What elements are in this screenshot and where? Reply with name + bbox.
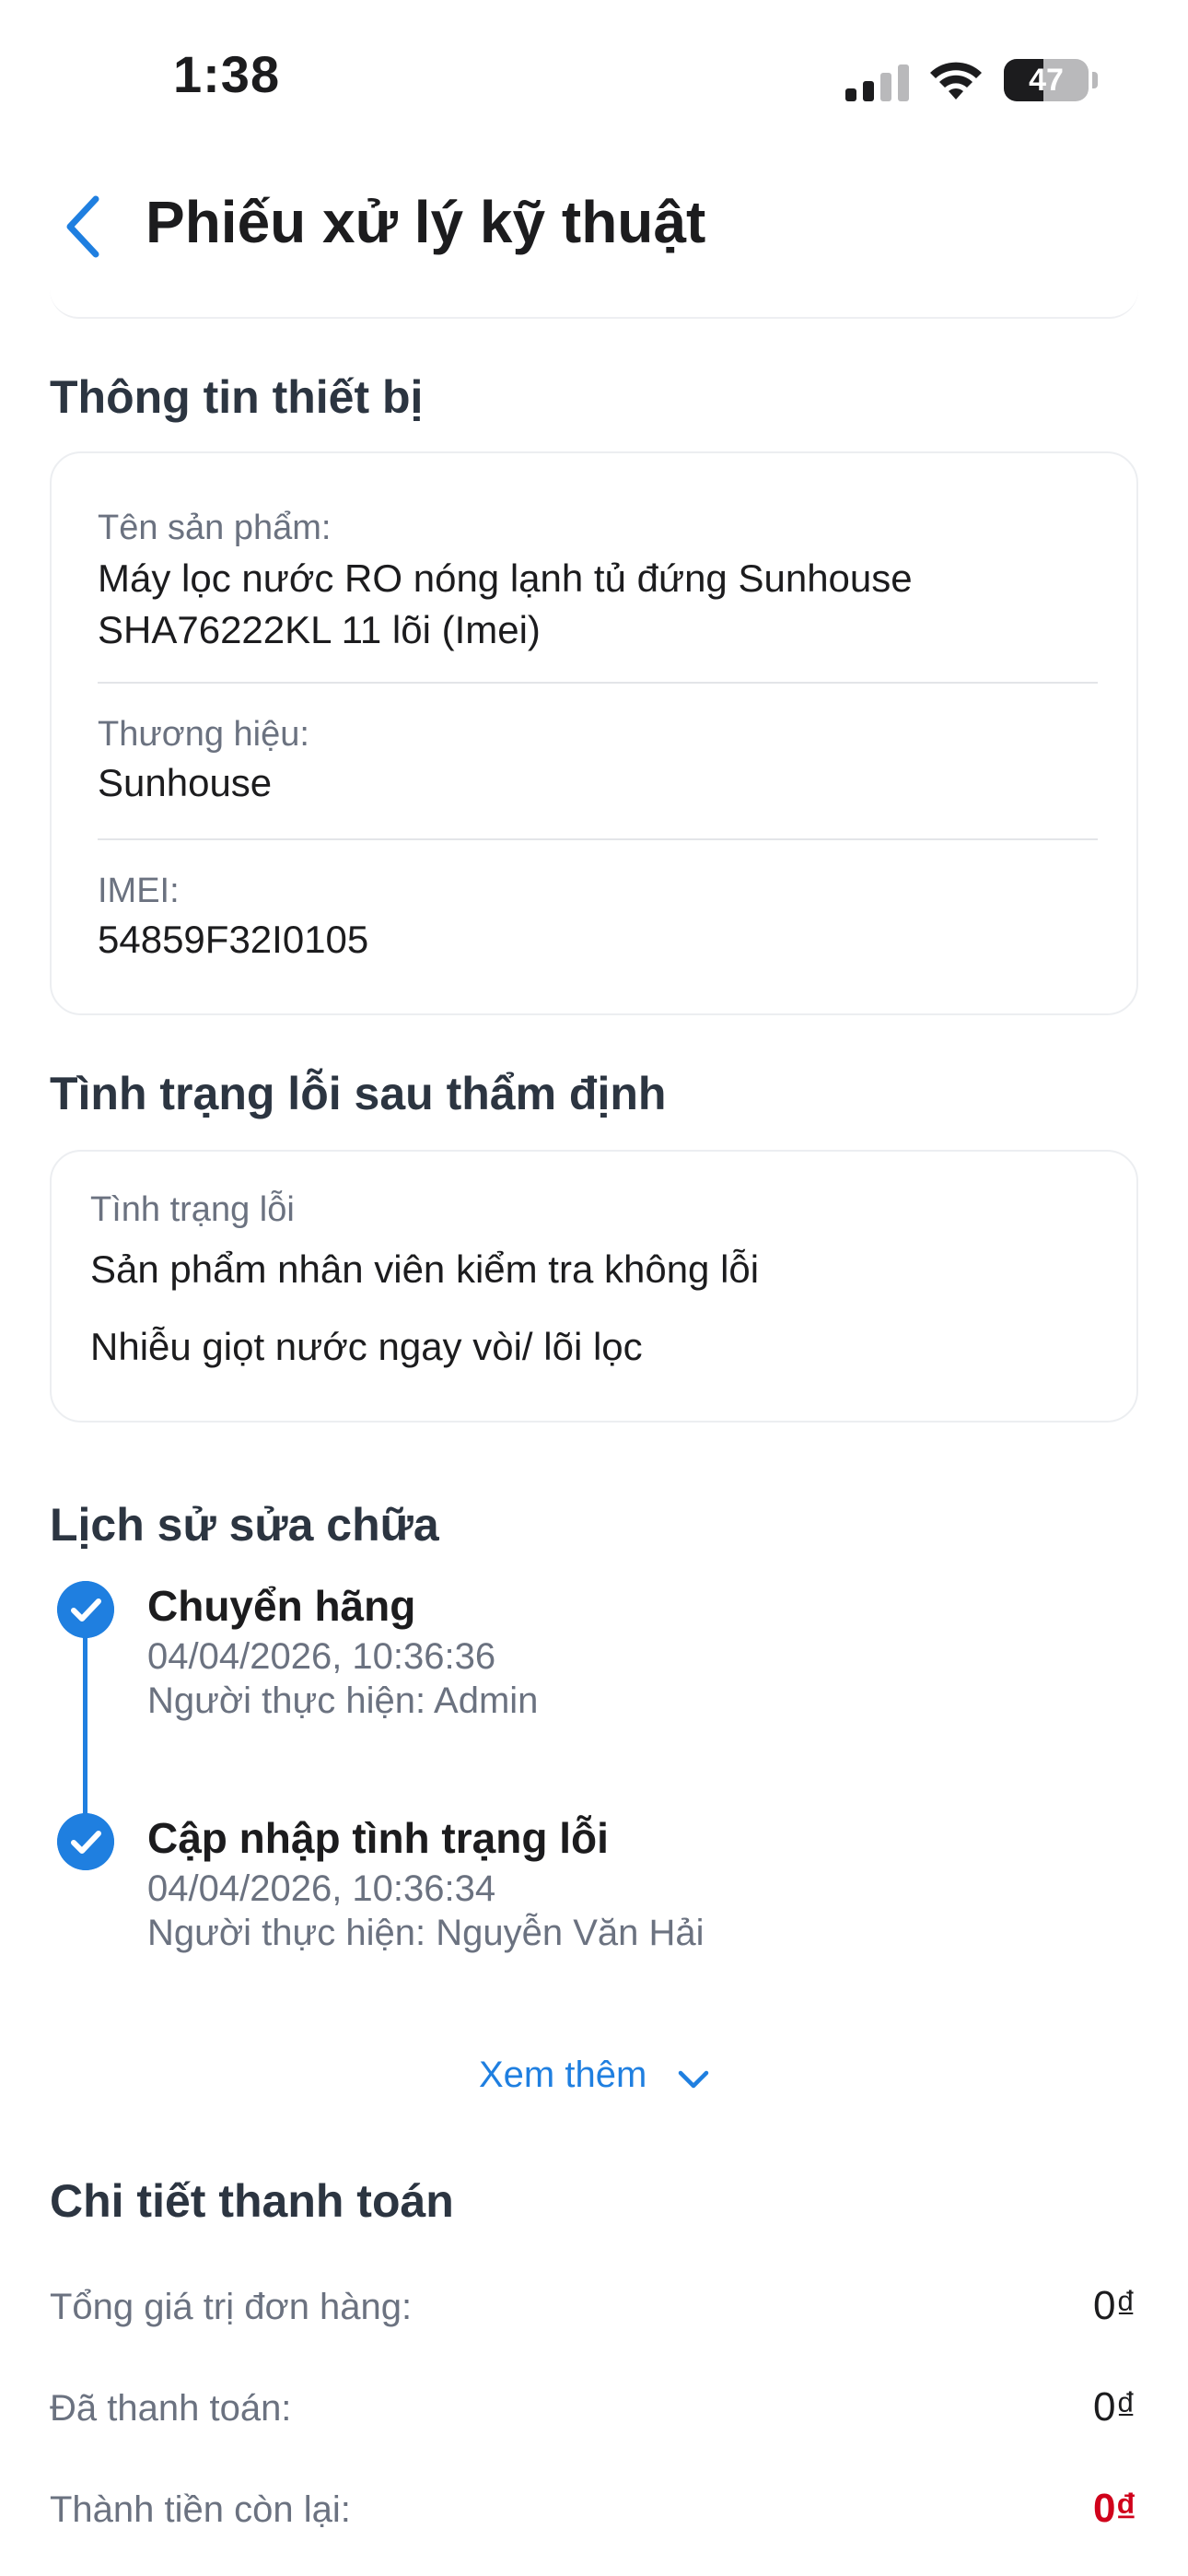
paid-value: 0₫ xyxy=(1092,2384,1136,2430)
history-entry-title: Cập nhập tình trạng lỗi xyxy=(147,1814,609,1862)
repair-history-title: Lịch sử sửa chữa xyxy=(50,1499,439,1551)
history-entry-title: Chuyển hãng xyxy=(147,1582,416,1630)
previous-card-edge xyxy=(50,289,1138,319)
battery-icon: 47 xyxy=(1004,59,1089,101)
fault-status-label: Tình trạng lỗi xyxy=(90,1190,295,1229)
remaining-value: 0₫ xyxy=(1092,2486,1136,2531)
device-info-card: Tên sản phẩm: Máy lọc nước RO nóng lạnh … xyxy=(50,451,1138,1015)
status-bar: 1:38 47 xyxy=(0,0,1188,147)
divider xyxy=(98,838,1098,840)
chevron-left-icon xyxy=(66,195,99,258)
divider xyxy=(98,682,1098,684)
check-circle-icon xyxy=(57,1813,114,1870)
fault-line-2: Nhiễu giọt nước ngay vòi/ lõi lọc xyxy=(90,1325,643,1368)
brand-value: Sunhouse xyxy=(98,761,273,804)
see-more-button[interactable]: Xem thêm xyxy=(479,2055,646,2096)
check-circle-icon xyxy=(57,1581,114,1638)
imei-value: 54859F32I0105 xyxy=(98,918,369,961)
back-button[interactable] xyxy=(55,190,111,263)
fault-line-1: Sản phẩm nhân viên kiểm tra không lỗi xyxy=(90,1247,760,1291)
imei-label: IMEI: xyxy=(98,872,180,910)
timeline-connector xyxy=(83,1636,87,1815)
fault-status-card: Tình trạng lỗi Sản phẩm nhân viên kiểm t… xyxy=(50,1150,1138,1423)
order-total-value: 0₫ xyxy=(1092,2283,1136,2328)
screen: 1:38 47 Phiếu xử lý kỹ thuật Thông tin t… xyxy=(0,0,1188,2576)
history-entry-actor: Người thực hiện: Admin xyxy=(147,1680,539,1721)
history-entry-time: 04/04/2026, 10:36:34 xyxy=(147,1868,496,1909)
product-name-label: Tên sản phẩm: xyxy=(98,509,332,547)
battery-level: 47 xyxy=(1029,63,1064,98)
product-name-value: Máy lọc nước RO nóng lạnh tủ đứng Sunhou… xyxy=(98,556,913,651)
nav-header: Phiếu xử lý kỹ thuật xyxy=(0,157,1188,295)
page-title: Phiếu xử lý kỹ thuật xyxy=(146,189,706,255)
battery-tip xyxy=(1092,72,1098,88)
paid-label: Đã thanh toán: xyxy=(50,2388,292,2429)
fault-status-title: Tình trạng lỗi sau thẩm định xyxy=(50,1068,667,1119)
order-total-label: Tổng giá trị đơn hàng: xyxy=(50,2287,413,2327)
status-time: 1:38 xyxy=(173,45,281,103)
wifi-icon xyxy=(930,62,982,100)
chevron-down-icon[interactable] xyxy=(678,2069,709,2090)
remaining-label: Thành tiền còn lại: xyxy=(50,2489,351,2530)
device-info-title: Thông tin thiết bị xyxy=(50,371,424,423)
cellular-signal-icon xyxy=(845,64,909,101)
history-entry-actor: Người thực hiện: Nguyễn Văn Hải xyxy=(147,1913,705,1953)
payment-title: Chi tiết thanh toán xyxy=(50,2175,454,2227)
history-entry-time: 04/04/2026, 10:36:36 xyxy=(147,1636,496,1677)
brand-label: Thương hiệu: xyxy=(98,715,309,754)
